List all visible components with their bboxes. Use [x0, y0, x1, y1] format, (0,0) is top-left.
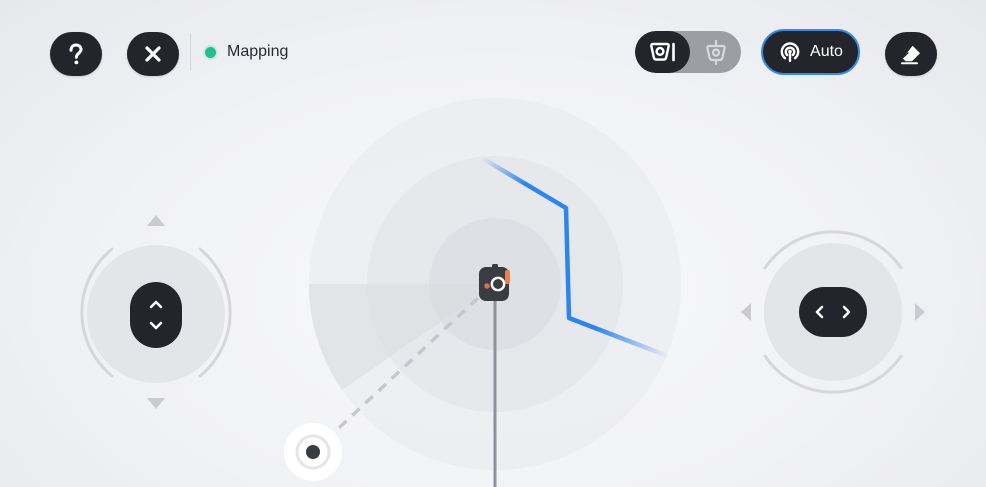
chevron-up-icon: [149, 300, 163, 309]
arrow-up-indicator: [147, 215, 165, 226]
robot-icon: [479, 264, 510, 301]
arrow-left-indicator: [741, 303, 751, 321]
arrow-right-indicator: [915, 303, 925, 321]
target-marker-icon[interactable]: [284, 423, 342, 481]
chevron-down-icon: [149, 321, 163, 330]
horizontal-joystick-knob[interactable]: [799, 287, 867, 337]
vertical-joystick-knob[interactable]: [130, 282, 182, 348]
arrow-down-indicator: [147, 398, 165, 409]
chevron-left-icon: [815, 305, 824, 319]
chevron-right-icon: [842, 305, 851, 319]
